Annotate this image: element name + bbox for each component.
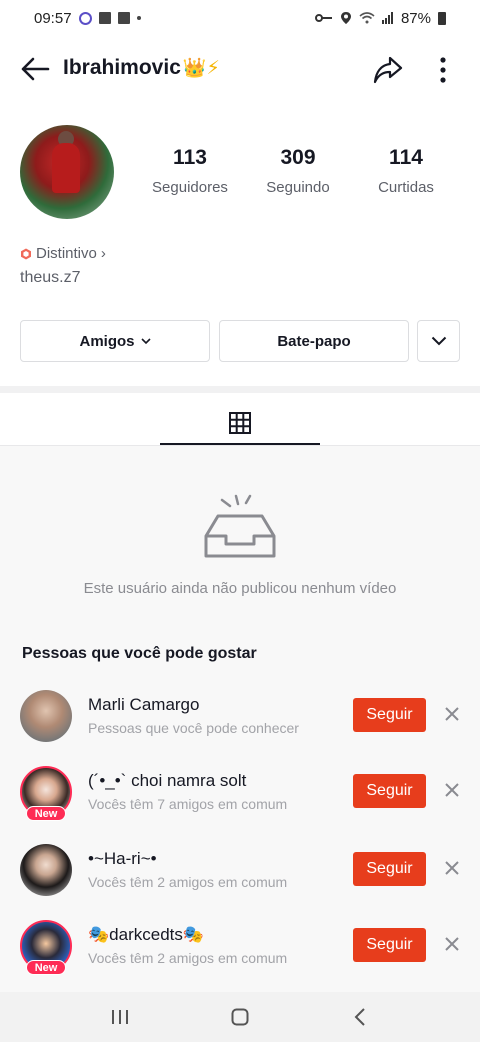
likes-label: Curtidas [378,179,434,196]
status-time: 09:57 [34,9,72,27]
app-notification-icon [78,11,92,25]
followers-count: 113 [173,146,207,169]
avatar[interactable] [20,690,72,742]
suggestion-reason: Pessoas que você pode conhecer [88,720,299,736]
close-icon [445,937,459,951]
dismiss-button[interactable] [440,856,464,880]
new-badge: New [26,960,66,975]
status-right: 87% [314,9,446,27]
close-icon [445,783,459,797]
grid-icon [229,412,251,434]
suggestion-name[interactable]: •~Ha-ri~• [88,849,157,869]
username: theus.z7 [20,269,81,286]
notification-icon [117,12,130,24]
badge-link[interactable]: Distintivo › [20,245,106,262]
system-back-button[interactable] [340,997,380,1037]
dismiss-button[interactable] [440,778,464,802]
chevron-down-icon [431,336,446,346]
dismiss-button[interactable] [440,702,464,726]
follow-button[interactable]: Seguir [353,698,426,732]
following-stat[interactable]: 309 Seguindo [250,146,346,196]
suggestion-row[interactable]: New 🎭darkcedts🎭 Vocês têm 2 amigos em co… [0,920,480,982]
following-count: 309 [280,146,316,169]
status-bar: 09:57 87% [0,0,480,36]
profile-header: Ibrahimovic 👑⚡ [0,44,480,94]
empty-state-message: Este usuário ainda não publicou nenhum v… [83,580,397,597]
section-divider [0,386,480,393]
home-icon [231,1008,249,1026]
battery-percent: 87% [400,9,431,27]
page-title: Ibrahimovic 👑⚡ [63,56,220,80]
friends-button[interactable]: Amigos [20,320,210,362]
suggestion-reason: Vocês têm 2 amigos em comum [88,950,288,966]
chat-button[interactable]: Bate-papo [219,320,409,362]
follow-button[interactable]: Seguir [353,928,426,962]
chat-button-label: Bate-papo [277,332,351,350]
home-button[interactable] [220,997,260,1037]
battery-icon [438,11,446,25]
suggestion-row[interactable]: Marli Camargo Pessoas que você pode conh… [0,690,480,752]
likes-count: 114 [389,146,423,169]
follow-button[interactable]: Seguir [353,774,426,808]
suggestions-title: Pessoas que você pode gostar [22,645,257,662]
new-badge: New [26,806,66,821]
expand-suggestions-button[interactable] [417,320,460,362]
avatar-photo-figure [52,143,80,193]
signal-icon [381,12,393,24]
arrow-left-icon [21,57,50,81]
back-button[interactable] [18,52,52,86]
share-button[interactable] [370,52,406,88]
notification-icon [98,12,111,24]
suggestion-name[interactable]: (´•_•` choi namra solt [88,771,246,791]
likes-stat[interactable]: 114 Curtidas [364,146,448,196]
suggestion-row[interactable]: •~Ha-ri~• Vocês têm 2 amigos em comum Se… [0,844,480,906]
following-label: Seguindo [266,179,330,196]
badge-icon [21,248,31,259]
suggestion-row[interactable]: New (´•_•` choi namra solt Vocês têm 7 a… [0,766,480,828]
chevron-right-icon: › [100,245,106,262]
vertical-dots-icon [440,57,446,83]
key-icon [314,14,332,22]
suggestion-name[interactable]: Marli Camargo [88,695,199,715]
profile-name: Ibrahimovic [63,56,181,79]
followers-stat[interactable]: 113 Seguidores [140,146,240,196]
active-tab-indicator [160,443,320,445]
share-arrow-icon [373,56,403,84]
empty-inbox-icon [204,494,276,558]
system-nav-bar [0,992,480,1042]
more-options-button[interactable] [428,52,458,88]
chevron-left-icon [354,1008,365,1026]
status-left: 09:57 [34,10,141,27]
suggestion-reason: Vocês têm 7 amigos em comum [88,796,288,812]
suggestion-reason: Vocês têm 2 amigos em comum [88,874,288,890]
profile-avatar[interactable] [20,125,114,219]
suggestion-name[interactable]: 🎭darkcedts🎭 [88,925,204,945]
recent-apps-icon [112,1010,128,1024]
title-emojis: 👑⚡ [182,58,220,79]
badge-label: Distintivo [36,245,97,262]
location-icon [340,12,351,24]
chevron-down-icon [140,337,151,344]
follow-button[interactable]: Seguir [353,852,426,886]
recent-apps-button[interactable] [100,997,140,1037]
wifi-icon [359,12,375,24]
close-icon [445,861,459,875]
dismiss-button[interactable] [440,932,464,956]
tab-videos-grid[interactable] [160,400,320,446]
more-notifications-icon [136,16,141,20]
followers-label: Seguidores [152,179,228,196]
close-icon [445,707,459,721]
avatar[interactable] [20,844,72,896]
friends-button-label: Amigos [79,332,135,350]
